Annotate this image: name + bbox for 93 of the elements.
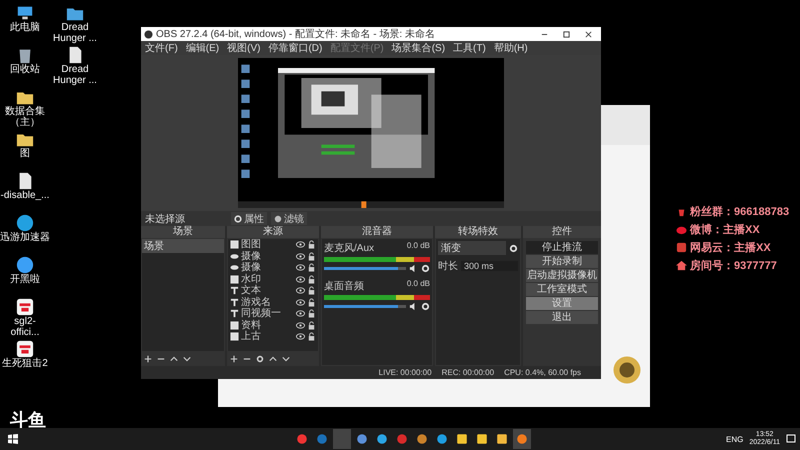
add-icon[interactable]	[144, 355, 152, 363]
desktop-icon-label: 开黑啦	[9, 274, 41, 285]
cpu-fps-readout: CPU: 0.4%, 60.00 fps	[504, 368, 581, 377]
lock-icon[interactable]	[307, 274, 316, 284]
maximize-icon[interactable]	[563, 30, 570, 38]
source-item[interactable]: 游戏名	[241, 296, 294, 308]
desktop-icon-label: 生死狙击2	[1, 358, 49, 369]
move-up-icon[interactable]	[269, 355, 277, 363]
desktop-icon-label: Dread Hunger ...	[52, 22, 98, 44]
menu-item[interactable]: 编辑(E)	[186, 41, 220, 55]
menu-item[interactable]: 场景集合(S)	[392, 41, 446, 55]
filter-icon	[274, 214, 282, 222]
source-item[interactable]: 上古	[241, 331, 294, 342]
control-button[interactable]: 启动虚拟摄像机	[526, 269, 598, 282]
source-item[interactable]: 文本	[241, 285, 294, 296]
channel-name: 麦克风/Aux	[324, 242, 374, 255]
music-icon	[676, 242, 687, 253]
info-text: 粉丝群：966188783	[690, 204, 790, 219]
gear-icon	[234, 214, 242, 222]
rec-timer: REC: 00:00:00	[442, 368, 494, 377]
control-button[interactable]: 停止推流	[526, 241, 598, 254]
notification-icon[interactable]	[786, 434, 796, 444]
menu-item[interactable]: 工具(T)	[453, 41, 486, 55]
menu-item[interactable]: 文件(F)	[145, 41, 178, 55]
desktop-icon-label: -disable_...	[0, 190, 50, 201]
desktop-icon-label: 图	[19, 148, 31, 159]
lock-icon[interactable]	[307, 309, 316, 318]
app-logo-icon	[144, 30, 153, 38]
desktop-icon-label: sgl2-offici...	[10, 316, 40, 338]
settings-icon[interactable]	[421, 302, 430, 311]
image-icon	[230, 240, 239, 250]
info-text: 微博：主播XX	[690, 222, 760, 237]
settings-icon[interactable]	[421, 264, 430, 273]
lock-icon[interactable]	[307, 298, 316, 307]
source-item[interactable]: 图图	[241, 239, 294, 250]
emblem-icon	[612, 355, 642, 385]
source-item[interactable]: 摄像	[241, 250, 294, 262]
db-reading: 0.0 dB	[406, 241, 430, 252]
logo: 斗鱼	[10, 409, 46, 432]
dock-title: 控件	[523, 226, 601, 238]
desktop-icon-label: 迅游加速器	[0, 232, 50, 243]
desktop-icon-label: 此电脑	[9, 22, 41, 33]
taskbar-app-icon[interactable]	[513, 429, 532, 449]
desktop-icon-label: Dread Hunger ...	[52, 64, 98, 86]
lock-icon[interactable]	[307, 332, 316, 342]
selected-source-label: 未选择源	[145, 212, 186, 226]
dock-title: 混音器	[321, 226, 433, 238]
move-up-icon[interactable]	[170, 355, 178, 363]
windows-start-icon[interactable]	[8, 434, 18, 444]
menu-item[interactable]: 视图(V)	[227, 41, 260, 55]
filters-button[interactable]: 滤镜	[271, 212, 307, 225]
info-text: 房间号：9377777	[690, 258, 777, 273]
duration-label: 时长	[438, 260, 458, 273]
properties-button[interactable]: 属性	[231, 212, 267, 225]
info-text: 网易云：主播XX	[690, 240, 771, 255]
volume-slider[interactable]	[324, 305, 406, 308]
language-indicator[interactable]: ENG	[726, 434, 744, 444]
scene-item[interactable]: 场景	[142, 239, 224, 253]
source-item[interactable]: 资料	[241, 320, 294, 331]
move-down-icon[interactable]	[282, 355, 290, 363]
dock-title: 场景	[141, 226, 225, 238]
house-icon	[676, 260, 687, 271]
control-button[interactable]: 开始录制	[526, 255, 598, 268]
computer-icon[interactable]	[16, 4, 34, 22]
dock-title: 来源	[227, 226, 319, 238]
menu-item[interactable]: 停靠窗口(D)	[268, 41, 322, 55]
lock-icon[interactable]	[307, 320, 316, 330]
desktop-icon-label: 回收站	[9, 64, 41, 75]
settings-icon[interactable]	[256, 355, 264, 363]
lock-icon[interactable]	[307, 286, 316, 296]
source-item[interactable]: 同视频一	[241, 308, 294, 320]
source-item[interactable]: 水印	[241, 274, 294, 285]
lock-icon[interactable]	[307, 240, 316, 250]
close-icon[interactable]	[585, 30, 592, 38]
live-timer: LIVE: 00:00:00	[378, 368, 432, 377]
desktop-icon-label: 数据合集（主）	[4, 106, 46, 128]
settings-icon[interactable]	[509, 244, 518, 252]
add-icon[interactable]	[230, 355, 238, 363]
volume-slider[interactable]	[324, 267, 406, 270]
lock-icon[interactable]	[307, 263, 316, 272]
db-reading: 0.0 dB	[406, 279, 430, 290]
source-item[interactable]: 摄像	[241, 262, 294, 274]
transition-dropdown[interactable]: 渐变	[438, 241, 506, 255]
control-button[interactable]: 工作室模式	[526, 283, 598, 296]
control-button[interactable]: 退出	[526, 311, 598, 324]
channel-name: 桌面音频	[324, 280, 364, 293]
window-title: OBS 27.2.4 (64-bit, windows) - 配置文件: 未命名 - 场景: 未命名	[156, 28, 436, 41]
move-down-icon[interactable]	[183, 355, 191, 363]
menu-item[interactable]: 帮助(H)	[494, 41, 528, 55]
lock-icon[interactable]	[307, 252, 316, 261]
duration-field[interactable]: 300 ms	[461, 261, 518, 271]
dock-title: 转场特效	[435, 226, 521, 238]
image-icon	[230, 274, 239, 284]
